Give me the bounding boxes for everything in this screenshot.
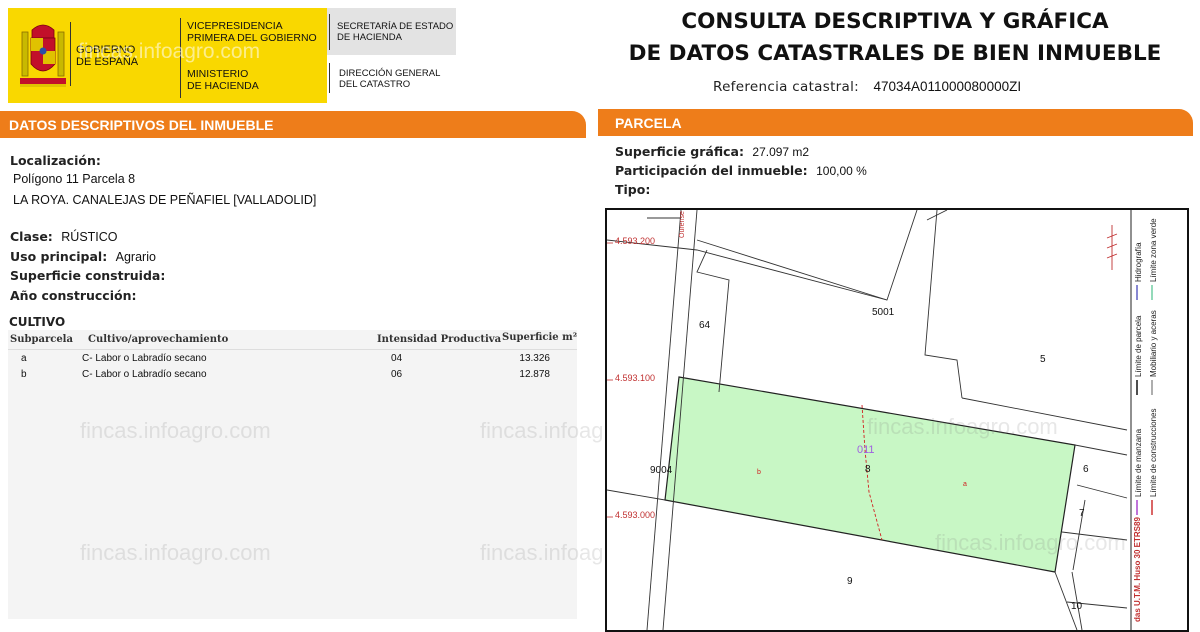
coat-of-arms-icon: [20, 24, 66, 87]
secretaria-line-2: DE HACIENDA: [337, 32, 402, 43]
ref-value: 47034A011000080000ZI: [873, 79, 1022, 94]
legend-zona-verde: Límite zona verde: [1149, 218, 1158, 282]
row-a-cultivo: C- Labor o Labradío secano: [82, 353, 207, 364]
watermark-1: fincas.infoagro.com: [80, 418, 271, 443]
legend-parcela: Límite de parcela: [1134, 315, 1143, 377]
row-a-intensidad: 04: [391, 353, 403, 364]
legend-mobiliario: Mobiliario y aceras: [1149, 310, 1158, 377]
superficie-construida-label: Superficie construida:: [10, 268, 166, 283]
secretaria-line-1: SECRETARÍA DE ESTADO: [337, 21, 454, 32]
section-parcela: PARCELA: [598, 109, 1193, 135]
row-b-superficie: 12.878: [519, 369, 550, 380]
logo-watermark: fincas.infoagro.com: [78, 40, 261, 63]
participacion-value: 100,00 %: [816, 164, 867, 178]
direccion-general-text: DIRECCIÓN GENERAL DEL CATASTRO: [339, 68, 441, 90]
poligono-011: 011: [857, 444, 875, 456]
localizacion-line-2: LA ROYA. CANALEJAS DE PEÑAFIEL [VALLADOL…: [13, 193, 317, 207]
north-arrow-icon: [1106, 225, 1118, 270]
page-title-line-2: DE DATOS CATASTRALES DE BIEN INMUEBLE: [628, 41, 1162, 66]
cadastral-map[interactable]: 4.593.200 4.593.100 4.593.000 64 5001 5 …: [605, 208, 1189, 632]
ref-label: Referencia catastral:: [713, 79, 859, 95]
cultivo-title: CULTIVO: [9, 315, 66, 329]
legend-construcciones: Límite de construcciones: [1149, 408, 1158, 498]
row-a-superficie: 13.326: [519, 353, 550, 364]
row-b-sub: b: [21, 369, 27, 380]
coords-note: das U.T.M. Huso 30 ETRS89: [1133, 517, 1142, 622]
road-label: Ourense: [679, 211, 686, 238]
th-subparcela: Subparcela: [10, 334, 73, 345]
parcel-5: 5: [1040, 354, 1046, 365]
localizacion-line-1: Polígono 11 Parcela 8: [13, 172, 136, 186]
row-b-cultivo: C- Labor o Labradío secano: [82, 369, 207, 380]
y-label-2: 4.593.100: [615, 373, 656, 383]
participacion-row: Participación del inmueble: 100,00 %: [615, 163, 867, 178]
row-b-intensidad: 06: [391, 369, 403, 380]
parcel-8: 8: [865, 464, 871, 475]
superficie-grafica-row: Superficie gráfica: 27.097 m2: [615, 144, 810, 159]
legend-hidrografia: Hidrografía: [1134, 242, 1143, 282]
government-logo-block: GOBIERNO DE ESPAÑA VICEPRESIDENCIA PRIMERA…: [8, 8, 327, 103]
tipo-label: Tipo:: [615, 182, 651, 197]
y-label-1: 4.593.200: [615, 236, 656, 246]
clase-value: RÚSTICO: [61, 230, 118, 244]
th-intensidad: Intensidad Productiva: [377, 334, 502, 345]
page-title-line-1: CONSULTA DESCRIPTIVA Y GRÁFICA: [681, 9, 1109, 34]
parcel-9004: 9004: [650, 465, 673, 476]
th-cultivo: Cultivo/aprovechamiento: [88, 334, 229, 345]
map-watermark-2: fincas.infoagro.com: [867, 414, 1058, 439]
parcel-6: 6: [1083, 464, 1089, 475]
y-label-3: 4.593.000: [615, 510, 656, 520]
subparcel-b: b: [757, 469, 761, 476]
parcel-9: 9: [847, 576, 853, 587]
section-datos-descriptivos: DATOS DESCRIPTIVOS DEL INMUEBLE: [0, 111, 586, 137]
ministerio-text: MINISTERIO DE HACIENDA: [187, 68, 259, 92]
th-superficie: Superficie m²: [502, 332, 578, 343]
parcel-64: 64: [699, 320, 711, 331]
referencia-catastral: Referencia catastral: 47034A011000080000…: [713, 78, 1021, 96]
map-watermark-1: fincas.infoagro.com: [935, 530, 1126, 555]
secretaria-block: SECRETARÍA DE ESTADO DE HACIENDA: [327, 8, 456, 55]
localizacion-label: Localización:: [10, 153, 101, 168]
parcel-10: 10: [1071, 601, 1083, 612]
row-a-sub: a: [21, 353, 27, 364]
legend-manzana: Límite de manzana: [1134, 428, 1143, 497]
parcel-7: 7: [1079, 508, 1085, 519]
clase-row: Clase: RÚSTICO: [10, 229, 118, 244]
ano-construccion-label: Año construcción:: [10, 288, 137, 303]
watermark-3: fincas.infoagro.com: [80, 540, 271, 565]
parcel-5001: 5001: [872, 307, 895, 318]
uso-row: Uso principal: Agrario: [10, 249, 156, 264]
uso-value: Agrario: [115, 250, 156, 264]
subparcel-a: a: [963, 481, 967, 488]
superficie-grafica-value: 27.097 m2: [752, 145, 810, 159]
